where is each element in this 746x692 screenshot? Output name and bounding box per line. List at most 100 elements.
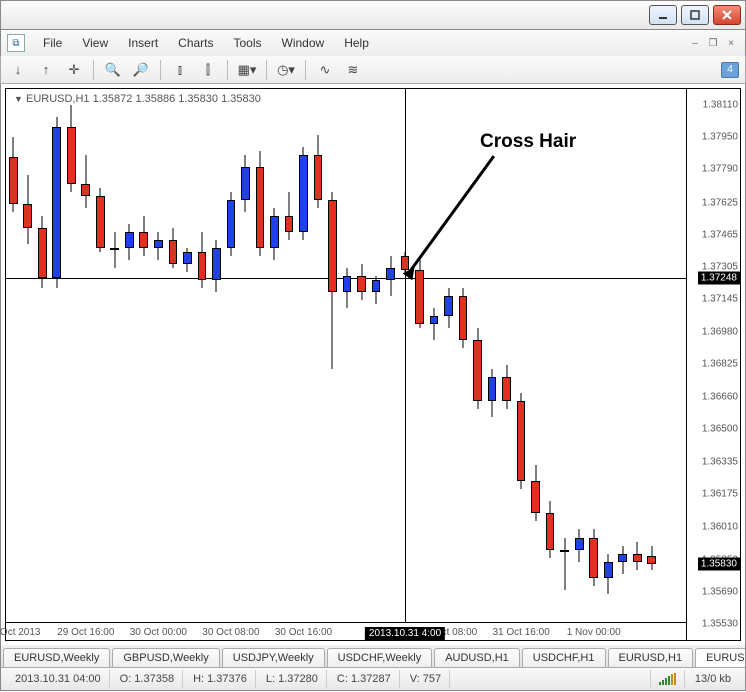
template-icon[interactable]: ▦▾ <box>236 59 258 81</box>
chart-tab[interactable]: EURUSD <box>695 648 746 667</box>
candle <box>227 89 236 624</box>
candle <box>125 89 134 624</box>
candle <box>546 89 555 624</box>
chart-tab[interactable]: EURUSD,H1 <box>608 648 694 667</box>
zoom-out-icon[interactable]: 🔎 <box>130 59 152 81</box>
chart-tab[interactable]: AUDUSD,H1 <box>434 648 520 667</box>
cursor-up-icon[interactable]: ↑ <box>35 59 57 81</box>
toolbar-separator <box>305 60 306 80</box>
price-tick: 1.37625 <box>702 197 738 208</box>
price-tick: 1.37790 <box>702 164 738 175</box>
candle <box>139 89 148 624</box>
candle <box>488 89 497 624</box>
crosshair-time-flag: 2013.10.31 4:00 <box>365 627 445 640</box>
connection-indicator <box>650 670 685 688</box>
chart-window: ▼ EURUSD,H1 1.35872 1.35886 1.35830 1.35… <box>0 84 746 645</box>
candle <box>343 89 352 624</box>
candle <box>531 89 540 624</box>
bar-chart-icon[interactable]: ⫾ <box>169 59 191 81</box>
candle <box>633 89 642 624</box>
price-tick: 1.36500 <box>702 423 738 434</box>
time-tick: 30 Oct 16:00 <box>275 627 332 638</box>
menu-window[interactable]: Window <box>272 33 335 53</box>
window-minimize-button[interactable] <box>649 5 677 25</box>
candle <box>110 89 119 624</box>
candle <box>23 89 32 624</box>
candle <box>415 89 424 624</box>
toolbar-separator <box>93 60 94 80</box>
candle <box>198 89 207 624</box>
candle <box>401 89 410 624</box>
candle <box>154 89 163 624</box>
last-price-flag: 1.35830 <box>698 557 740 570</box>
time-axis: 29 Oct 201329 Oct 16:0030 Oct 00:0030 Oc… <box>6 622 686 640</box>
candle <box>459 89 468 624</box>
status-high: H: 1.37376 <box>185 670 256 688</box>
chart-list-icon[interactable]: ≋ <box>342 59 364 81</box>
app-icon: ⧉ <box>7 34 25 52</box>
indicators-icon[interactable]: ∿ <box>314 59 336 81</box>
status-bar: 2013.10.31 04:00 O: 1.37358 H: 1.37376 L… <box>0 667 746 691</box>
cursor-down-icon[interactable]: ↓ <box>7 59 29 81</box>
candle-chart-icon[interactable]: ⫿ <box>197 59 219 81</box>
price-tick: 1.37145 <box>702 294 738 305</box>
candle <box>52 89 61 624</box>
chart-tab[interactable]: EURUSD,Weekly <box>3 648 110 667</box>
candle <box>444 89 453 624</box>
chart-tab[interactable]: USDCHF,Weekly <box>327 648 433 667</box>
crosshair-tool-icon[interactable]: ✛ <box>63 59 85 81</box>
price-tick: 1.35690 <box>702 586 738 597</box>
notification-badge[interactable]: 4 <box>721 62 739 78</box>
menu-tools[interactable]: Tools <box>224 33 272 53</box>
signal-bars-icon <box>659 673 676 685</box>
menu-charts[interactable]: Charts <box>168 33 223 53</box>
time-tick: 29 Oct 2013 <box>0 627 40 638</box>
menu-help[interactable]: Help <box>334 33 379 53</box>
candle <box>560 89 569 624</box>
status-date: 2013.10.31 04:00 <box>7 670 110 688</box>
menu-insert[interactable]: Insert <box>118 33 168 53</box>
candle <box>618 89 627 624</box>
price-tick: 1.38110 <box>703 100 738 111</box>
candle <box>299 89 308 624</box>
candle <box>81 89 90 624</box>
window-maximize-button[interactable] <box>681 5 709 25</box>
candle <box>647 89 656 624</box>
window-titlebar <box>0 0 746 30</box>
candle <box>169 89 178 624</box>
chart-tab[interactable]: USDCHF,H1 <box>522 648 606 667</box>
price-tick: 1.36010 <box>702 522 738 533</box>
price-tick: 1.36175 <box>702 489 738 500</box>
time-tick: 1 Nov 00:00 <box>567 627 621 638</box>
price-tick: 1.37465 <box>702 229 738 240</box>
chart-tab[interactable]: GBPUSD,Weekly <box>112 648 219 667</box>
menu-view[interactable]: View <box>72 33 118 53</box>
chart-tab[interactable]: USDJPY,Weekly <box>222 648 325 667</box>
candle <box>517 89 526 624</box>
window-close-button[interactable] <box>713 5 741 25</box>
time-tick: 30 Oct 08:00 <box>202 627 259 638</box>
price-tick: 1.36335 <box>702 457 738 468</box>
time-tick: 29 Oct 16:00 <box>57 627 114 638</box>
price-tick: 1.35530 <box>702 619 738 630</box>
candle <box>256 89 265 624</box>
mdi-close-button[interactable]: × <box>723 36 739 50</box>
chart-plot-area[interactable]: Cross Hair <box>6 89 686 622</box>
mdi-restore-button[interactable]: ❐ <box>705 36 721 50</box>
candle <box>575 89 584 624</box>
status-low: L: 1.37280 <box>258 670 327 688</box>
status-volume: V: 757 <box>402 670 450 688</box>
mdi-controls: – ❐ × <box>687 36 739 50</box>
price-axis: 1.381101.379501.377901.376251.374651.373… <box>686 89 740 640</box>
candle <box>473 89 482 624</box>
status-network: 13/0 kb <box>687 670 739 688</box>
mdi-minimize-button[interactable]: – <box>687 36 703 50</box>
time-tick: 31 Oct 16:00 <box>492 627 549 638</box>
zoom-in-icon[interactable]: 🔍 <box>102 59 124 81</box>
candle <box>502 89 511 624</box>
timeframe-icon[interactable]: ◷▾ <box>275 59 297 81</box>
chart-frame: ▼ EURUSD,H1 1.35872 1.35886 1.35830 1.35… <box>5 88 741 641</box>
chart-tabs: EURUSD,WeeklyGBPUSD,WeeklyUSDJPY,WeeklyU… <box>0 645 746 667</box>
menu-file[interactable]: File <box>33 33 72 53</box>
candle <box>183 89 192 624</box>
